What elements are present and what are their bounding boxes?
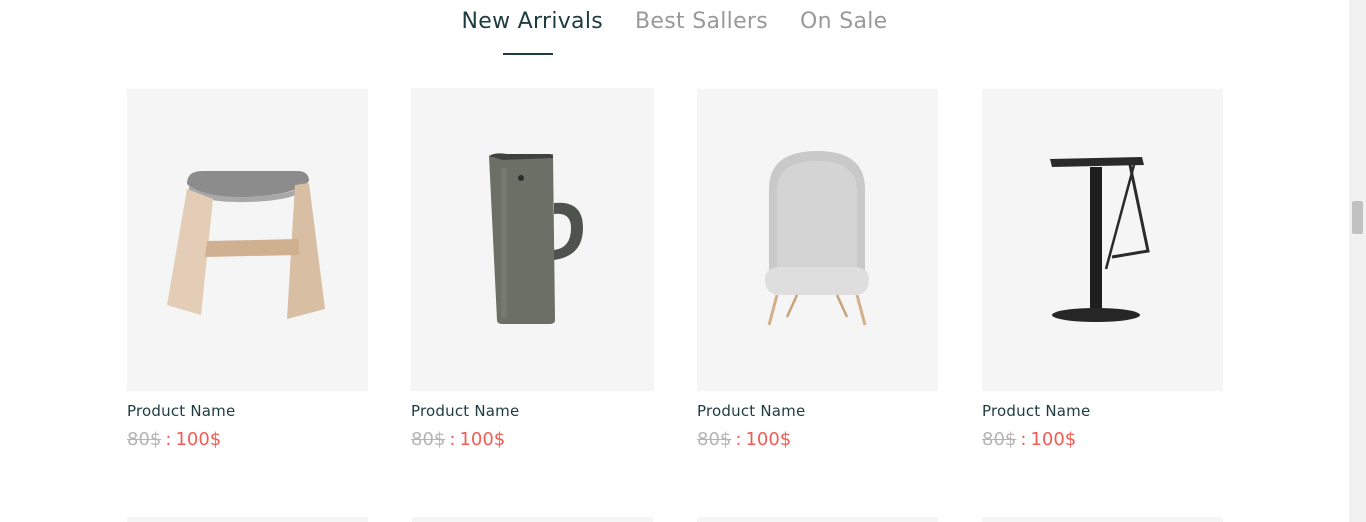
old-price: 80$ [697, 429, 732, 450]
sale-price: 100$ [459, 429, 506, 450]
price-separator: : [735, 429, 742, 450]
product-image[interactable] [982, 89, 1223, 391]
product-name[interactable]: Product Name [411, 401, 653, 421]
product-name[interactable]: Product Name [697, 401, 939, 421]
tab-best-sellers[interactable]: Best Sallers [635, 6, 768, 38]
product-card[interactable]: Product Name 80$:100$ [127, 89, 369, 452]
active-tab-indicator [503, 53, 553, 55]
wooden-stool-icon [167, 171, 325, 319]
sale-price: 100$ [175, 429, 222, 450]
product-name[interactable]: Product Name [127, 401, 369, 421]
tab-new-arrivals[interactable]: New Arrivals [461, 6, 603, 38]
price-row: 80$:100$ [127, 428, 369, 452]
product-tabs: New Arrivals Best Sallers On Sale [0, 6, 1349, 38]
product-section: New Arrivals Best Sallers On Sale Produc… [0, 0, 1366, 522]
product-image[interactable] [411, 88, 654, 391]
product-card[interactable]: Product Name 80$:100$ [697, 89, 939, 452]
price-row: 80$:100$ [697, 428, 939, 452]
lounge-chair-icon [765, 151, 869, 326]
scrollbar-thumb[interactable] [1352, 201, 1363, 234]
bar-stool-icon [1050, 157, 1150, 322]
price-row: 80$:100$ [982, 428, 1224, 452]
product-image[interactable] [127, 89, 368, 391]
product-card-partial[interactable] [982, 517, 1223, 522]
product-card-partial[interactable] [412, 517, 653, 522]
sale-price: 100$ [1030, 429, 1077, 450]
price-row: 80$:100$ [411, 428, 653, 452]
price-separator: : [165, 429, 172, 450]
old-price: 80$ [411, 429, 446, 450]
old-price: 80$ [127, 429, 162, 450]
sale-price: 100$ [745, 429, 792, 450]
product-name[interactable]: Product Name [982, 401, 1224, 421]
product-card[interactable]: Product Name 80$:100$ [411, 88, 654, 452]
price-separator: : [1020, 429, 1027, 450]
page-scrollbar[interactable] [1349, 0, 1366, 522]
price-separator: : [449, 429, 456, 450]
product-card-partial[interactable] [697, 517, 938, 522]
old-price: 80$ [982, 429, 1017, 450]
jug-icon [489, 153, 583, 324]
product-image[interactable] [697, 89, 938, 391]
product-card-partial[interactable] [127, 517, 368, 522]
tab-on-sale[interactable]: On Sale [800, 6, 887, 38]
product-card[interactable]: Product Name 80$:100$ [982, 89, 1224, 452]
